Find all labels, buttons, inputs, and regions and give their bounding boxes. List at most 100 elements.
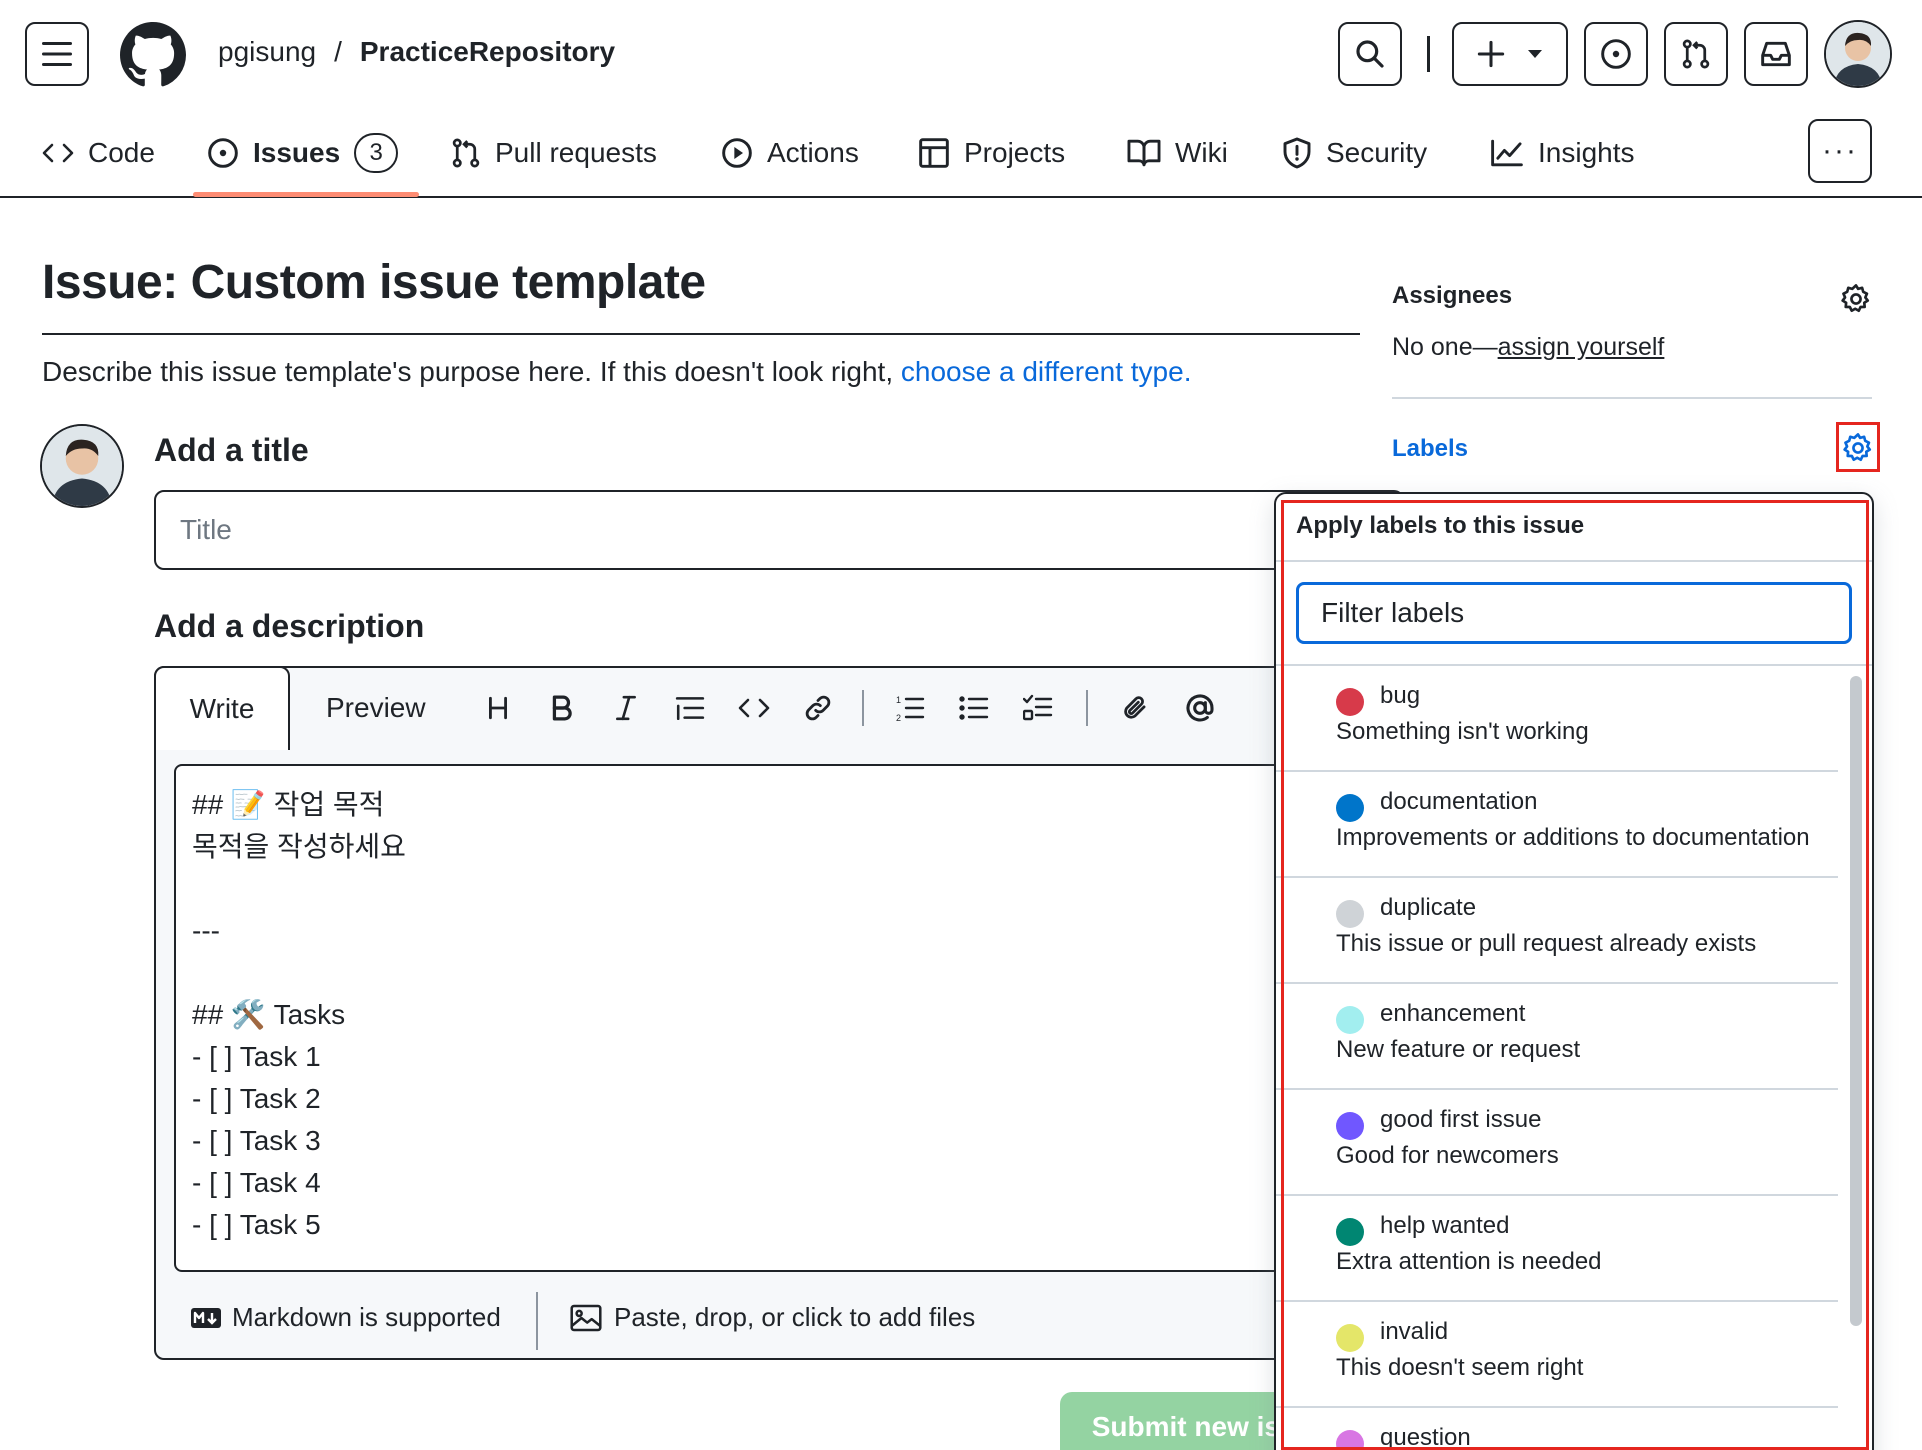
avatar-image-icon [42,426,122,506]
label-option-good-first-issue[interactable]: good first issue Good for newcomers [1276,1090,1838,1196]
assignees-gear-icon[interactable] [1836,279,1876,319]
tab-wiki-label: Wiki [1175,137,1228,168]
popover-scrollbar[interactable] [1850,676,1862,1326]
description-textarea[interactable]: ## 📝 작업 목적 목적을 작성하세요 --- ## 🛠️ Tasks - [… [174,764,1386,1272]
shield-icon [1283,137,1311,169]
git-pull-request-icon [1682,39,1710,69]
toolbar-divider [1086,690,1088,726]
ordered-list-icon[interactable]: 12 [890,688,930,728]
label-option-duplicate[interactable]: duplicate This issue or pull request alr… [1276,878,1838,984]
mention-icon[interactable] [1180,688,1220,728]
attach-note-label: Paste, drop, or click to add files [614,1302,976,1332]
title-input[interactable] [154,490,1404,570]
sidebar-divider [1392,397,1872,399]
labels-gear-highlight [1836,422,1880,472]
tab-wiki[interactable]: Wiki [1127,128,1228,178]
filter-labels-input[interactable] [1296,582,1852,644]
assign-yourself-link[interactable]: assign yourself [1498,333,1665,361]
popover-title: Apply labels to this issue [1296,512,1585,539]
tab-pull-requests-label: Pull requests [495,137,657,168]
inbox-button[interactable] [1744,22,1808,86]
kebab-horizontal-icon: ··· [1822,134,1858,167]
tab-insights[interactable]: Insights [1490,128,1635,178]
paperclip-icon[interactable] [1116,688,1156,728]
label-description: This issue or pull request already exist… [1336,930,1757,957]
bold-icon[interactable] [542,688,582,728]
hamburger-icon [42,42,72,66]
tab-pull-requests[interactable]: Pull requests [451,128,657,178]
breadcrumb-separator: / [334,36,342,67]
quote-icon[interactable] [670,688,710,728]
search-button[interactable] [1338,22,1402,86]
markdown-editor: Write Preview 12 ## 📝 작업 목적 목적을 작성하세요 --… [154,666,1404,1360]
attach-files-button[interactable]: Paste, drop, or click to add files [570,1302,975,1333]
label-option-enhancement[interactable]: enhancement New feature or request [1276,984,1838,1090]
label-option-invalid[interactable]: invalid This doesn't seem right [1276,1302,1838,1408]
label-color-dot [1336,1324,1364,1352]
menu-button[interactable] [25,22,89,86]
label-name: invalid [1380,1318,1449,1345]
avatar-image-icon [1826,22,1890,86]
create-new-button[interactable] [1452,22,1568,86]
tab-code[interactable]: Code [42,128,155,178]
label-name: bug [1380,682,1421,709]
book-icon [1127,139,1161,167]
link-icon[interactable] [798,688,838,728]
your-pull-requests-button[interactable] [1664,22,1728,86]
tab-issues[interactable]: Issues 3 [207,128,399,178]
italic-icon[interactable] [606,688,646,728]
add-description-heading: Add a description [154,608,425,644]
plus-icon [1477,40,1505,68]
editor-toolbar: Write Preview 12 [154,666,1402,750]
svg-text:1: 1 [896,695,901,705]
label-color-dot [1336,900,1364,928]
global-header: pgisung / PracticeRepository [0,0,1922,108]
label-option-bug[interactable]: bug Something isn't working [1276,666,1838,772]
label-name: enhancement [1380,1000,1526,1027]
label-option-documentation[interactable]: documentation Improvements or additions … [1276,772,1838,878]
repo-name-link[interactable]: PracticeRepository [360,36,615,68]
tab-issues-label: Issues [253,137,341,168]
repo-owner-link[interactable]: pgisung [218,36,316,68]
tab-preview[interactable]: Preview [326,668,426,748]
labels-heading[interactable]: Labels [1392,435,1468,463]
title-divider [42,333,1360,335]
label-name: help wanted [1380,1212,1510,1239]
tab-write[interactable]: Write [154,666,290,750]
label-color-dot [1336,1218,1364,1246]
toolbar-divider [862,690,864,726]
github-logo-icon[interactable] [120,22,186,88]
label-description: New feature or request [1336,1036,1581,1063]
tab-projects[interactable]: Projects [918,128,1065,178]
tab-security-label: Security [1326,137,1428,168]
markdown-supported-link[interactable]: Markdown is supported [190,1302,501,1333]
task-list-icon[interactable] [1018,688,1058,728]
footer-divider [536,1292,538,1350]
label-color-dot [1336,794,1364,822]
template-description: Describe this issue template's purpose h… [42,356,1191,388]
user-avatar[interactable] [1824,20,1892,88]
issue-opened-icon [1601,39,1631,69]
your-issues-button[interactable] [1584,22,1648,86]
label-description: Improvements or additions to documentati… [1336,824,1810,851]
code-icon[interactable] [734,688,774,728]
issues-count-badge: 3 [354,133,399,173]
tab-projects-label: Projects [964,137,1066,168]
template-description-text: Describe this issue template's purpose h… [42,356,901,387]
unordered-list-icon[interactable] [954,688,994,728]
label-description: Extra attention is needed [1336,1248,1602,1275]
label-color-dot [1336,1006,1364,1034]
tab-security[interactable]: Security [1282,128,1427,178]
choose-different-type-link[interactable]: choose a different type. [901,356,1192,387]
assignees-heading: Assignees [1392,282,1513,309]
code-icon [42,143,74,163]
label-option-help-wanted[interactable]: help wanted Extra attention is needed [1276,1196,1838,1302]
label-color-dot [1336,1112,1364,1140]
label-option-question[interactable]: question [1276,1408,1838,1450]
assignees-value: No one—assign yourself [1392,333,1664,362]
tab-actions[interactable]: Actions [721,128,859,178]
tab-actions-label: Actions [767,137,859,168]
heading-icon[interactable] [478,688,518,728]
git-pull-request-icon [452,138,480,168]
more-options-button[interactable]: ··· [1808,119,1872,183]
